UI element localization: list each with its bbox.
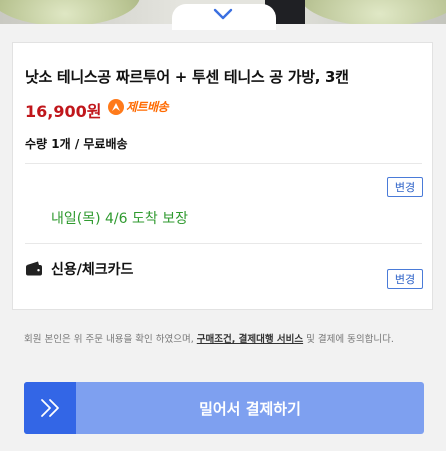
product-price: 16,900원 <box>25 102 102 121</box>
product-title: 낫소 테니스공 짜르투어 + 투센 테니스 공 가방, 3캔 <box>25 68 349 86</box>
change-delivery-button[interactable]: 변경 <box>387 177 423 197</box>
slide-handle[interactable] <box>24 382 76 434</box>
terms-link[interactable]: 구매조건, 결제대행 서비스 <box>197 334 303 345</box>
double-chevron-right-icon <box>41 399 59 417</box>
arrival-guarantee: 내일(목) 4/6 도착 보장 <box>51 211 188 227</box>
quantity-shipping: 수량 1개 / 무료배송 <box>25 137 128 151</box>
order-summary-card: 낫소 테니스공 짜르투어 + 투센 테니스 공 가방, 3캔 16,900원 제… <box>12 42 433 310</box>
divider <box>25 163 422 164</box>
slide-to-pay-button[interactable]: 밀어서 결제하기 <box>24 382 424 434</box>
payment-method: 신용/체크카드 <box>51 262 134 278</box>
chevron-down-icon[interactable] <box>213 7 233 21</box>
divider <box>25 243 422 244</box>
rocket-label: 제트배송 <box>126 100 169 114</box>
rocket-badge: 제트배송 <box>108 98 169 115</box>
slide-to-pay-label: 밀어서 결제하기 <box>199 399 301 418</box>
wallet-icon <box>26 261 42 276</box>
agreement-notice: 회원 본인은 위 주문 내용을 확인 하였으며, 구매조건, 결제대행 서비스 … <box>24 334 394 345</box>
rocket-icon <box>108 98 124 115</box>
change-payment-button[interactable]: 변경 <box>387 269 423 289</box>
